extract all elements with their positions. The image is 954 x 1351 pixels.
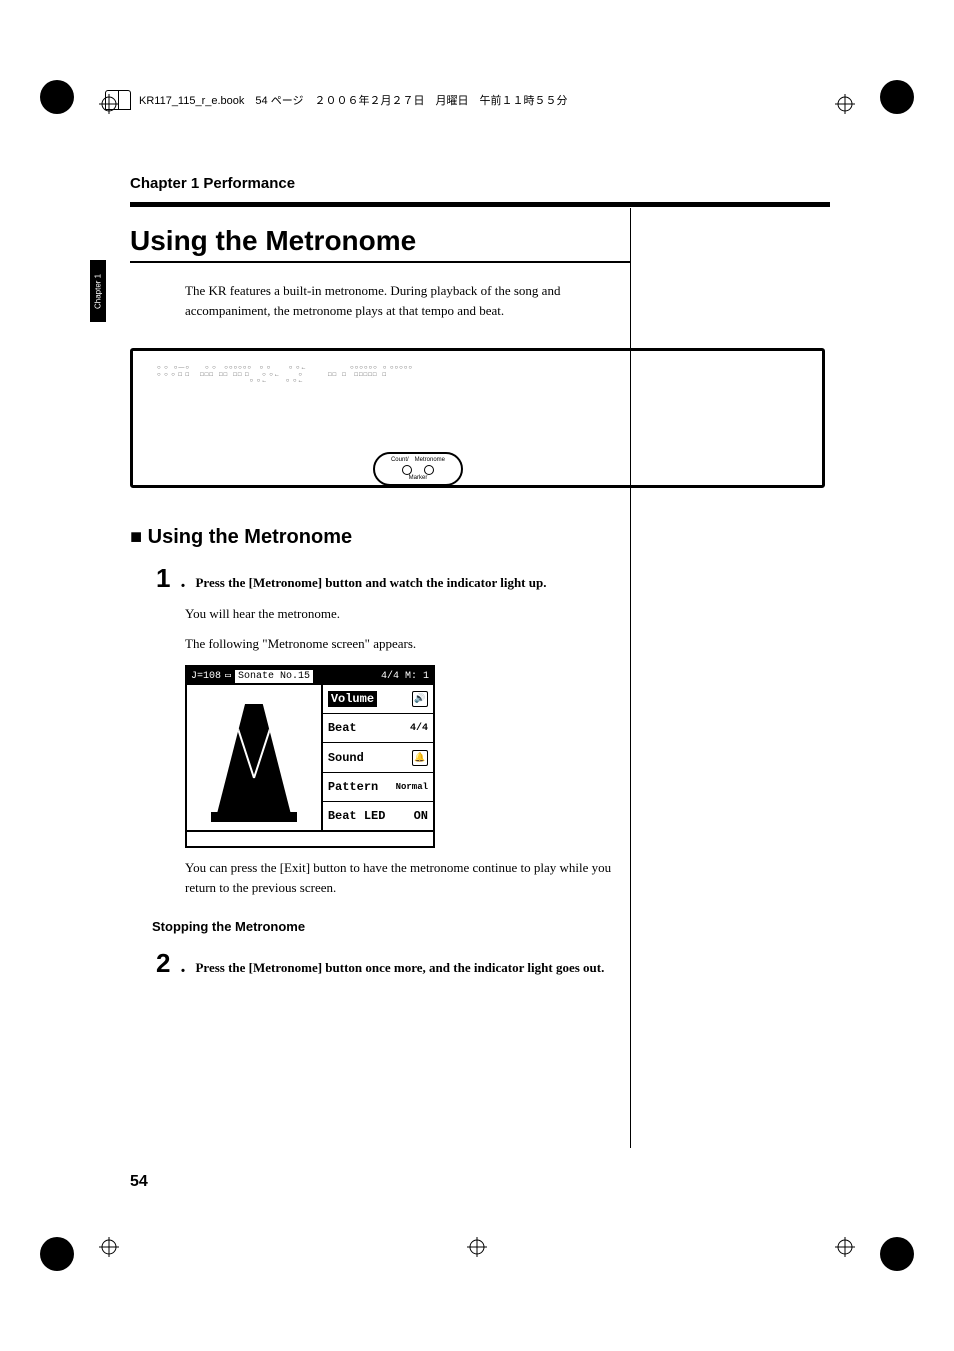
step-text: Press the [Metronome] button and watch t… <box>195 573 635 593</box>
print-mark-icon <box>40 80 74 114</box>
label-beat: Beat <box>328 721 357 735</box>
header-text: KR117_115_r_e.book 54 ページ ２００６年２月２７日 月曜日… <box>139 92 567 108</box>
button-icon <box>402 465 412 475</box>
document-header: KR117_115_r_e.book 54 ページ ２００６年２月２７日 月曜日… <box>105 90 567 110</box>
step-dot: . <box>180 570 185 593</box>
screen-body: Volume 🔊 Beat 4/4 Sound 🔔 Pattern Normal… <box>187 685 433 830</box>
registration-mark-icon <box>835 94 855 114</box>
metronome-icon <box>217 704 291 814</box>
print-mark-icon <box>880 1237 914 1271</box>
diagram-detail: ○ ○ ○—○ ○ ○ ○○○○○○ ○ ○ ○ ○← ○○○○○○ ○ ○○○… <box>157 365 798 385</box>
button-icon <box>424 465 434 475</box>
title-rule <box>130 202 830 207</box>
measure-label: M: <box>405 671 417 682</box>
step-number: 2 <box>156 948 170 979</box>
song-title: Sonate No.15 <box>235 670 313 683</box>
step-2: 2. Press the [Metronome] button once mor… <box>156 948 830 979</box>
step-1: 1. Press the [Metronome] button and watc… <box>156 563 830 594</box>
subsection-title: Stopping the Metronome <box>152 919 830 934</box>
registration-mark-icon <box>467 1237 487 1257</box>
value-beat: 4/4 <box>410 723 428 734</box>
measure-number: 1 <box>423 671 429 682</box>
intro-paragraph: The KR features a built-in metronome. Du… <box>185 281 615 320</box>
step-number: 1 <box>156 563 170 594</box>
label-sound: Sound <box>328 751 364 765</box>
value-pattern: Normal <box>396 782 428 792</box>
body-text: The following "Metronome screen" appears… <box>185 634 635 654</box>
speaker-icon: 🔊 <box>412 691 428 707</box>
print-mark-icon <box>880 80 914 114</box>
time-signature: 4/4 <box>381 671 399 682</box>
label-volume: Volume <box>328 691 377 707</box>
label-beat-led: Beat LED <box>328 809 386 823</box>
main-heading: Using the Metronome <box>130 225 630 263</box>
row-beat: Beat 4/4 <box>323 714 433 743</box>
screen-menu: Volume 🔊 Beat 4/4 Sound 🔔 Pattern Normal… <box>323 685 433 830</box>
metronome-graphic <box>187 685 323 830</box>
row-pattern: Pattern Normal <box>323 773 433 802</box>
step-text: Press the [Metronome] button once more, … <box>195 958 635 978</box>
row-sound: Sound 🔔 <box>323 743 433 772</box>
sub-heading: Using the Metronome <box>130 526 830 549</box>
label-pattern: Pattern <box>328 780 378 794</box>
tempo-value: J=108 <box>191 671 221 682</box>
print-mark-icon <box>40 1237 74 1271</box>
registration-mark-icon <box>99 1237 119 1257</box>
callout-label-bottom: Marker <box>409 475 428 481</box>
callout-label-left: Count/ <box>391 457 409 463</box>
bell-icon: 🔔 <box>412 750 428 766</box>
panel-diagram: ○ ○ ○—○ ○ ○ ○○○○○○ ○ ○ ○ ○← ○○○○○○ ○ ○○○… <box>130 348 825 488</box>
row-beat-led: Beat LED ON <box>323 802 433 830</box>
registration-mark-icon <box>835 1237 855 1257</box>
book-icon <box>105 90 131 110</box>
body-text: You can press the [Exit] button to have … <box>185 858 635 897</box>
page-number: 54 <box>130 1173 148 1191</box>
screen-footer <box>187 830 433 846</box>
body-text: You will hear the metronome. <box>185 604 635 624</box>
floppy-icon: ▭ <box>225 670 231 682</box>
page-content: Chapter 1 Performance Using the Metronom… <box>130 175 830 979</box>
callout-label-right: Metronome <box>415 457 445 463</box>
step-dot: . <box>180 955 185 978</box>
metronome-button-callout: Count/Metronome Marker <box>373 452 463 486</box>
metronome-screen: J=108 ▭ Sonate No.15 4/4 M: 1 Volume 🔊 <box>185 665 435 848</box>
row-volume: Volume 🔊 <box>323 685 433 714</box>
value-beat-led: ON <box>414 809 428 823</box>
chapter-title: Chapter 1 Performance <box>130 175 830 192</box>
screen-titlebar: J=108 ▭ Sonate No.15 4/4 M: 1 <box>187 667 433 685</box>
chapter-tab: Chapter 1 <box>90 260 106 322</box>
